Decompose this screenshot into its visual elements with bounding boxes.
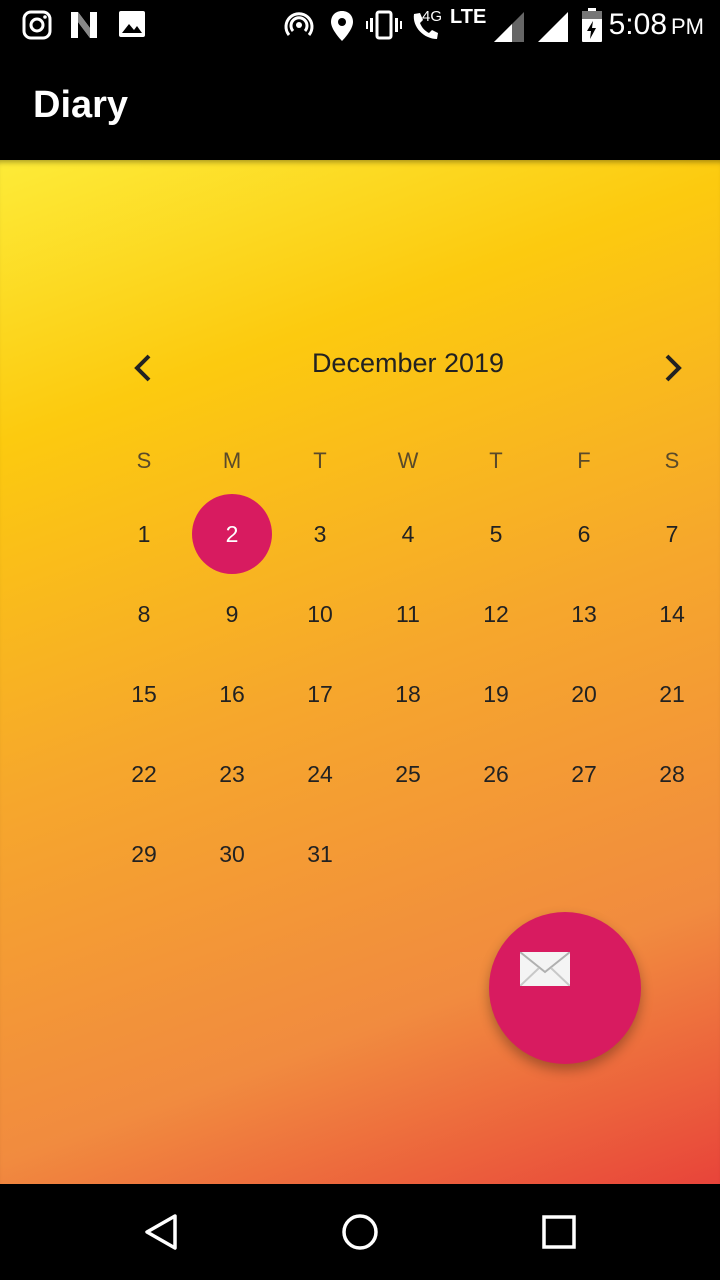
calendar-day[interactable]: 30 bbox=[192, 814, 272, 894]
signal-icon bbox=[538, 12, 568, 42]
calendar-day-selected[interactable]: 2 bbox=[192, 494, 272, 574]
system-nav-bar bbox=[0, 1184, 720, 1280]
network-lte-label: LTE bbox=[450, 6, 487, 28]
calendar-day[interactable]: 31 bbox=[280, 814, 360, 894]
calendar-day[interactable]: 3 bbox=[280, 494, 360, 574]
calendar-day[interactable]: 8 bbox=[104, 574, 184, 654]
calendar-day[interactable]: 20 bbox=[544, 654, 624, 734]
calendar-day[interactable]: 14 bbox=[632, 574, 712, 654]
calendar-day[interactable]: 5 bbox=[456, 494, 536, 574]
calendar-day[interactable]: 22 bbox=[104, 734, 184, 814]
compose-fab[interactable] bbox=[489, 912, 641, 1064]
calendar-day[interactable]: 25 bbox=[368, 734, 448, 814]
battery-charging-icon bbox=[582, 8, 602, 42]
calendar-day[interactable]: 19 bbox=[456, 654, 536, 734]
weekday-label: S bbox=[664, 448, 680, 473]
month-title: December 2019 bbox=[311, 348, 505, 378]
weekday-label: W bbox=[397, 448, 419, 473]
calendar-day[interactable]: 18 bbox=[368, 654, 448, 734]
weekday-label: T bbox=[489, 448, 503, 473]
weekday-label: F bbox=[577, 448, 591, 473]
home-circle-icon[interactable] bbox=[340, 1212, 380, 1252]
calendar-day[interactable]: 13 bbox=[544, 574, 624, 654]
calendar-day[interactable]: 15 bbox=[104, 654, 184, 734]
network-4g-label: 4G bbox=[422, 8, 443, 25]
time-ampm: PM bbox=[671, 14, 704, 39]
back-triangle-icon[interactable] bbox=[141, 1212, 181, 1252]
chevron-right-icon[interactable] bbox=[650, 346, 694, 390]
app-bar: Diary bbox=[0, 52, 720, 160]
envelope-icon bbox=[520, 952, 570, 986]
calendar-day[interactable]: 23 bbox=[192, 734, 272, 814]
calendar-day[interactable]: 6 bbox=[544, 494, 624, 574]
calendar-day[interactable]: 11 bbox=[368, 574, 448, 654]
calendar-day[interactable]: 9 bbox=[192, 574, 272, 654]
weekday-label: M bbox=[222, 448, 242, 473]
calendar-day[interactable]: 21 bbox=[632, 654, 712, 734]
weekday-label: T bbox=[313, 448, 327, 473]
signal-icon bbox=[494, 12, 524, 42]
calendar-day[interactable]: 16 bbox=[192, 654, 272, 734]
calendar-day[interactable]: 10 bbox=[280, 574, 360, 654]
calendar-day[interactable]: 28 bbox=[632, 734, 712, 814]
calendar-day[interactable]: 7 bbox=[632, 494, 712, 574]
status-bar: 4G LTE 5:08 PM bbox=[0, 0, 720, 52]
recents-square-icon[interactable] bbox=[541, 1214, 577, 1250]
status-time: 5:08 PM bbox=[609, 8, 704, 42]
instagram-icon bbox=[22, 10, 52, 40]
n-icon bbox=[71, 12, 97, 38]
app-title: Diary bbox=[33, 84, 129, 126]
calendar-day[interactable]: 4 bbox=[368, 494, 448, 574]
location-icon bbox=[331, 11, 353, 41]
calendar-day[interactable]: 17 bbox=[280, 654, 360, 734]
calendar-day[interactable]: 26 bbox=[456, 734, 536, 814]
calendar-day[interactable]: 27 bbox=[544, 734, 624, 814]
calendar-screen: December 2019 SMTWTFS 1 2 3 4 5 6 7 8 9 10 11 12 13 1… bbox=[0, 160, 720, 1184]
hotspot-icon bbox=[284, 12, 314, 36]
time-value: 5:08 bbox=[608, 8, 667, 41]
calendar-day[interactable]: 1 bbox=[104, 494, 184, 574]
calendar-day[interactable]: 24 bbox=[280, 734, 360, 814]
vibrate-icon bbox=[366, 10, 402, 40]
image-icon bbox=[119, 11, 145, 37]
weekday-label: S bbox=[136, 448, 152, 473]
calendar-day[interactable]: 29 bbox=[104, 814, 184, 894]
calendar-day[interactable]: 12 bbox=[456, 574, 536, 654]
